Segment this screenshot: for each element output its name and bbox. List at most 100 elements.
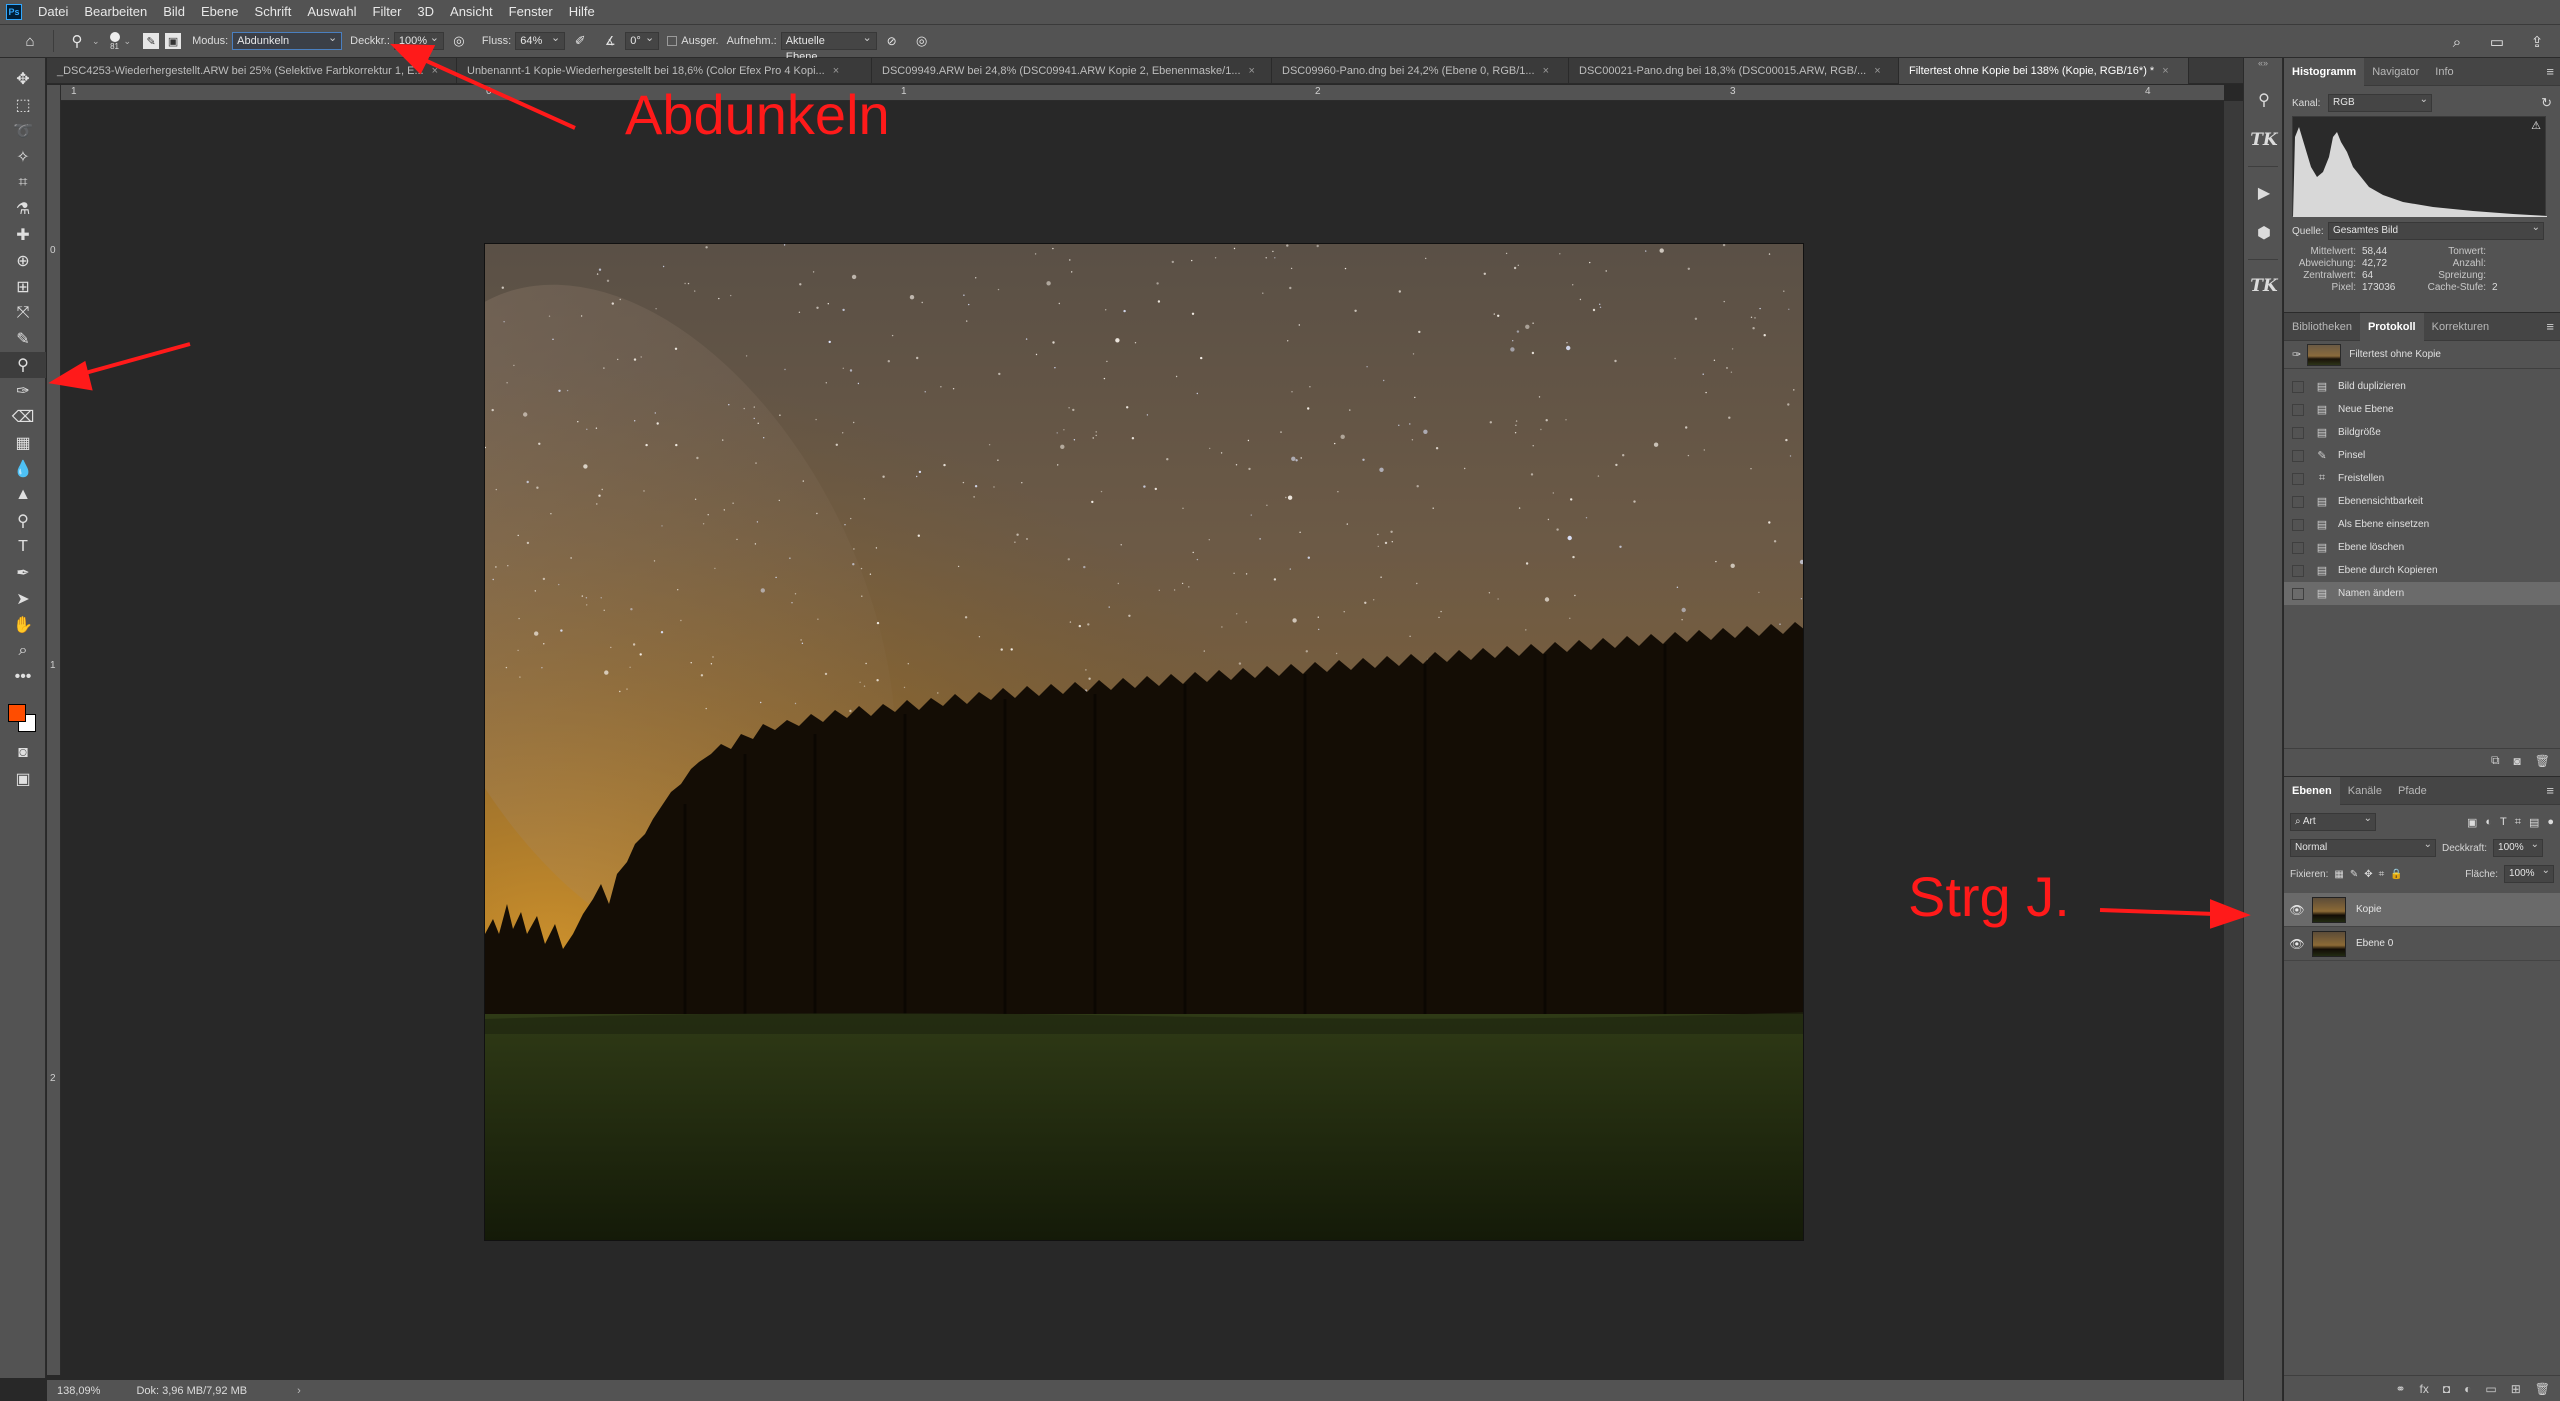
hand-tool-icon[interactable]: ✋ [0, 612, 46, 638]
tk-panel-icon[interactable]: TK [2244, 266, 2284, 306]
clone-stamp-tool-icon[interactable]: ⚲ [0, 352, 46, 378]
brush-chevron-down-icon[interactable]: ⌄ [124, 36, 132, 47]
menu-ebene[interactable]: Ebene [193, 0, 247, 24]
blend-mode-select[interactable]: Normal [2290, 837, 2436, 857]
smart-object-filter-icon[interactable]: ▤ [2529, 816, 2539, 829]
history-source-checkbox[interactable] [2292, 587, 2304, 600]
fill-select[interactable]: 100% [2504, 863, 2554, 883]
history-item[interactable]: ▤ Bild duplizieren [2284, 375, 2560, 398]
type-tool-icon[interactable]: T [0, 534, 46, 560]
doc-tab[interactable]: Unbenannt-1 Kopie-Wiederhergestellt bei … [457, 58, 872, 84]
patch-tool-icon[interactable]: ⊕ [0, 248, 46, 274]
lock-transparency-icon[interactable]: ▦ [2334, 869, 2343, 880]
fluss-select[interactable]: 64% [515, 30, 566, 50]
ausgerichtet-checkbox[interactable] [667, 36, 678, 46]
new-document-from-state-icon[interactable]: ⧉ [2491, 753, 2500, 768]
lock-artboard-icon[interactable]: ⌗ [2379, 869, 2385, 880]
tk-panel-icon[interactable]: TK [2244, 120, 2284, 160]
adjustment-layer-icon[interactable]: ◐ [2464, 1382, 2471, 1396]
lasso-tool-icon[interactable]: ➰ [0, 118, 46, 144]
close-icon[interactable]: × [833, 65, 839, 77]
warning-icon[interactable]: ⚠ [2531, 119, 2541, 132]
ruler-horizontal[interactable]: 1 0 1 2 3 4 [61, 85, 2224, 101]
crop-tool-icon[interactable]: ⌗ [0, 170, 46, 196]
photoshop-logo[interactable]: Ps [6, 4, 22, 20]
close-icon[interactable]: × [2162, 65, 2168, 77]
canvas-area[interactable] [61, 101, 2224, 1373]
blur-tool-icon[interactable]: 💧 [0, 456, 46, 482]
close-icon[interactable]: × [432, 65, 438, 77]
history-source-checkbox[interactable] [2292, 541, 2304, 554]
foreground-color-swatch[interactable] [8, 704, 26, 722]
doc-tab[interactable]: DSC09949.ARW bei 24,8% (DSC09941.ARW Kop… [872, 58, 1272, 84]
doc-tab-active[interactable]: Filtertest ohne Kopie bei 138% (Kopie, R… [1899, 58, 2189, 84]
history-item[interactable]: ✎ Pinsel [2284, 444, 2560, 467]
screen-mode-icon[interactable]: ▣ [0, 766, 46, 792]
tab-korrekturen[interactable]: Korrekturen [2424, 313, 2497, 341]
history-brush-tool-icon[interactable]: ✑ [0, 378, 46, 404]
angle-input[interactable]: 0° [625, 30, 660, 50]
tab-info[interactable]: Info [2427, 58, 2461, 86]
menu-fenster[interactable]: Fenster [501, 0, 561, 24]
tab-ebenen[interactable]: Ebenen [2284, 776, 2340, 805]
actions-play-icon[interactable]: ▶ [2244, 173, 2284, 213]
close-icon[interactable]: × [1543, 65, 1549, 77]
airbrush-icon[interactable]: ✐ [568, 29, 592, 53]
doc-tab[interactable]: DSC09960-Pano.dng bei 24,2% (Ebene 0, RG… [1272, 58, 1569, 84]
history-item[interactable]: ⌗ Freistellen [2284, 467, 2560, 490]
trash-icon[interactable]: 🗑 [2535, 754, 2550, 768]
dodge-tool-icon[interactable]: ⚲ [0, 508, 46, 534]
panel-menu-icon[interactable]: ≡ [2546, 319, 2554, 334]
doc-tab[interactable]: DSC00021-Pano.dng bei 18,3% (DSC00015.AR… [1569, 58, 1899, 84]
menu-auswahl[interactable]: Auswahl [299, 0, 364, 24]
history-source-checkbox[interactable] [2292, 495, 2304, 508]
spot-healing-tool-icon[interactable]: ✚ [0, 222, 46, 248]
camera-snapshot-icon[interactable]: ◙ [2514, 754, 2521, 768]
history-source-checkbox[interactable] [2292, 449, 2304, 462]
brush-size-picker[interactable]: 81 [109, 31, 120, 51]
layer-filter-select[interactable]: ⌕ Art [2290, 811, 2376, 831]
layer-opacity-select[interactable]: 100% [2493, 837, 2544, 857]
close-icon[interactable]: × [1249, 65, 1255, 77]
gradient-tool-icon[interactable]: ▦ [0, 430, 46, 456]
tab-navigator[interactable]: Navigator [2364, 58, 2427, 86]
new-layer-icon[interactable]: ⊞ [2511, 1382, 2521, 1396]
close-icon[interactable]: × [1874, 65, 1880, 77]
collapse-arrows-icon[interactable]: «» [2244, 58, 2282, 80]
path-selection-tool-icon[interactable]: ➤ [0, 586, 46, 612]
deckkraft-select[interactable]: 100% [393, 30, 444, 50]
layer-row-ebene-0[interactable]: 👁 Ebene 0 [2284, 927, 2560, 961]
quick-selection-tool-icon[interactable]: ✧ [0, 144, 46, 170]
layer-row-kopie[interactable]: 👁 Kopie [2284, 893, 2560, 927]
3d-cube-icon[interactable]: ⬢ [2244, 213, 2284, 253]
lock-pixels-icon[interactable]: ✎ [2350, 869, 2358, 880]
quelle-select[interactable]: Gesamtes Bild [2328, 220, 2544, 240]
type-filter-icon[interactable]: T [2500, 816, 2507, 829]
brush-settings-icon[interactable]: ✎ [143, 33, 160, 49]
menu-schrift[interactable]: Schrift [247, 0, 300, 24]
aufnehmen-select[interactable]: Aktuelle Ebene [780, 30, 877, 63]
filter-toggle-icon[interactable]: ● [2547, 816, 2554, 829]
history-source-checkbox[interactable] [2292, 380, 2304, 393]
pressure-opacity-icon[interactable]: ◎ [447, 29, 471, 53]
marquee-tool-icon[interactable]: ⬚ [0, 92, 46, 118]
workspace-icon[interactable]: ▭ [2485, 30, 2509, 54]
tab-bibliotheken[interactable]: Bibliotheken [2284, 313, 2360, 341]
ignore-adjustment-layers-icon[interactable]: ⊘ [880, 29, 904, 53]
link-layers-icon[interactable]: ⚭ [2395, 1382, 2405, 1396]
history-item[interactable]: ▤ Ebenensichtbarkeit [2284, 490, 2560, 513]
menu-filter[interactable]: Filter [365, 0, 410, 24]
history-source-checkbox[interactable] [2292, 564, 2304, 577]
clone-stamp-preset-icon[interactable]: ⚲ [65, 29, 89, 53]
image-filter-icon[interactable]: ▣ [2467, 816, 2477, 829]
history-item[interactable]: ▤ Als Ebene einsetzen [2284, 513, 2560, 536]
share-icon[interactable]: ⇪ [2525, 30, 2549, 54]
history-snapshot[interactable]: ✑ Filtertest ohne Kopie [2284, 341, 2560, 369]
pen-tool-icon[interactable]: ✒ [0, 560, 46, 586]
status-menu-icon[interactable]: › [297, 1385, 301, 1397]
adjustment-filter-icon[interactable]: ◐ [2485, 816, 2492, 829]
tab-protokoll[interactable]: Protokoll [2359, 312, 2424, 341]
history-source-checkbox[interactable] [2292, 472, 2304, 485]
content-aware-tool-icon[interactable]: ⊞ [0, 274, 46, 300]
shape-filter-icon[interactable]: ⌗ [2515, 816, 2521, 829]
